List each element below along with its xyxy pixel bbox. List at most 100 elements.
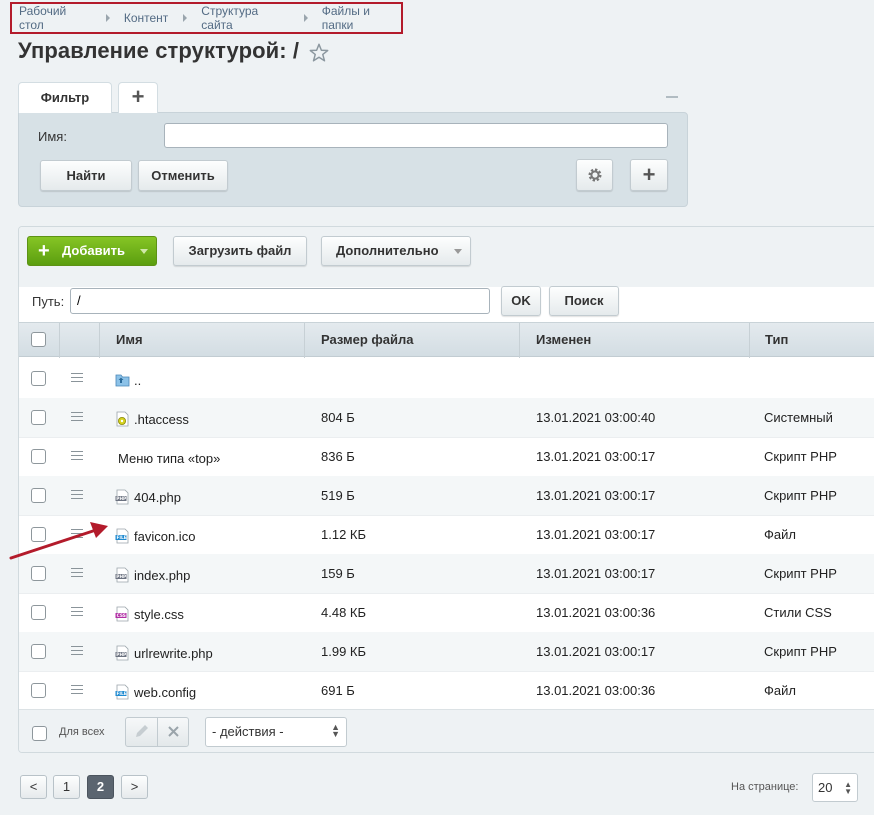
filter-settings-button[interactable] [576, 159, 613, 191]
file-name[interactable]: index.php [134, 568, 190, 583]
file-modified: 13.01.2021 03:00:17 [536, 449, 656, 464]
row-menu-icon[interactable] [71, 568, 83, 578]
select-all-footer-checkbox[interactable] [32, 726, 47, 741]
row-checkbox[interactable] [31, 566, 46, 581]
file-modified: 13.01.2021 03:00:17 [536, 566, 656, 581]
add-filter-field-button[interactable]: + [630, 159, 668, 191]
file-size: 691 Б [321, 683, 355, 698]
row-checkbox[interactable] [31, 449, 46, 464]
row-menu-icon[interactable] [71, 685, 83, 695]
filter-name-input[interactable] [164, 123, 668, 148]
table-row[interactable]: .. [19, 359, 874, 399]
column-header-size[interactable]: Размер файла [304, 323, 519, 358]
svg-text:FILE: FILE [117, 691, 127, 697]
delete-icon[interactable] [158, 718, 189, 746]
file-name[interactable]: Меню типа «top» [118, 451, 220, 466]
group-edit-buttons [125, 717, 189, 747]
row-menu-icon[interactable] [71, 451, 83, 461]
grid-header: Имя Размер файла Изменен Тип [19, 322, 874, 358]
column-header-modified[interactable]: Изменен [519, 323, 749, 358]
row-checkbox[interactable] [31, 683, 46, 698]
annotation-arrow [9, 522, 108, 560]
table-row[interactable]: PHP 404.php 519 Б 13.01.2021 03:00:17 Скрипт… [19, 476, 874, 516]
file-size: 836 Б [321, 449, 355, 464]
file-size: 159 Б [321, 566, 355, 581]
table-row[interactable]: CSS style.css 4.48 КБ 13.01.2021 03:00:36 Ст… [19, 593, 874, 633]
svg-text:CSS: CSS [117, 613, 126, 619]
css-file-icon: CSS [115, 606, 130, 622]
file-name[interactable]: style.css [134, 607, 184, 622]
select-all-checkbox[interactable] [31, 332, 46, 347]
file-modified: 13.01.2021 03:00:36 [536, 683, 656, 698]
file-modified: 13.01.2021 03:00:17 [536, 488, 656, 503]
upload-file-button[interactable]: Загрузить файл [173, 236, 307, 266]
per-page-select[interactable]: 20 ▲ ▼ [812, 773, 858, 802]
chevron-down-icon [140, 249, 148, 254]
select-arrows-icon: ▲ ▼ [331, 722, 340, 739]
plus-icon: + [38, 240, 50, 262]
file-modified: 13.01.2021 03:00:17 [536, 527, 656, 542]
more-button[interactable]: Дополнительно [321, 236, 471, 266]
file-name[interactable]: .. [134, 373, 141, 388]
file-name[interactable]: web.config [134, 685, 196, 700]
row-menu-icon[interactable] [71, 607, 83, 617]
row-menu-icon[interactable] [71, 412, 83, 422]
breadcrumb-item-content[interactable]: Контент [124, 11, 168, 25]
minimize-filter-icon[interactable] [666, 96, 678, 98]
file-size: 519 Б [321, 488, 355, 503]
breadcrumb-separator-icon [183, 14, 188, 22]
table-row[interactable]: .htaccess 804 Б 13.01.2021 03:00:40 Системн… [19, 398, 874, 438]
add-button-label: Добавить [62, 243, 125, 258]
file-modified: 13.01.2021 03:00:36 [536, 605, 656, 620]
file-name[interactable]: .htaccess [134, 412, 189, 427]
row-menu-icon[interactable] [71, 490, 83, 500]
row-menu-icon[interactable] [71, 373, 83, 383]
file-name[interactable]: favicon.ico [134, 529, 195, 544]
breadcrumb-separator-icon [105, 14, 110, 22]
file-size: 1.99 КБ [321, 644, 367, 659]
find-button[interactable]: Найти [40, 160, 132, 191]
page-1-button[interactable]: 1 [53, 775, 80, 799]
search-button[interactable]: Поиск [549, 286, 619, 316]
star-icon[interactable] [308, 42, 330, 64]
page-2-button[interactable]: 2 [87, 775, 114, 799]
row-checkbox[interactable] [31, 488, 46, 503]
tab-filter[interactable]: Фильтр [18, 82, 112, 113]
breadcrumb-item-desktop[interactable]: Рабочий стол [19, 4, 91, 32]
path-ok-button[interactable]: OK [501, 286, 541, 316]
column-header-type[interactable]: Тип [749, 323, 874, 358]
php-file-icon: PHP [115, 489, 130, 505]
file-name[interactable]: urlrewrite.php [134, 646, 213, 661]
breadcrumb-item-site-structure[interactable]: Структура сайта [201, 4, 288, 32]
add-filter-tab-button[interactable]: + [118, 82, 158, 113]
file-type: Файл [764, 683, 796, 698]
actions-column-header [59, 323, 99, 358]
next-page-button[interactable]: > [121, 775, 148, 799]
actions-select[interactable]: - действия - ▲ ▼ [205, 717, 347, 747]
add-button[interactable]: + Добавить [27, 236, 157, 266]
pencil-icon[interactable] [126, 718, 157, 746]
row-checkbox[interactable] [31, 410, 46, 425]
cancel-button[interactable]: Отменить [138, 160, 228, 191]
path-input[interactable]: / [70, 288, 490, 314]
file-type: Скрипт PHP [764, 449, 837, 464]
for-all-label: Для всех [59, 726, 105, 738]
table-row[interactable]: PHP urlrewrite.php 1.99 КБ 13.01.2021 03:00… [19, 632, 874, 672]
row-checkbox[interactable] [31, 371, 46, 386]
table-row[interactable]: FILE favicon.ico 1.12 КБ 13.01.2021 03:00:1… [19, 515, 874, 555]
row-checkbox[interactable] [31, 605, 46, 620]
row-menu-icon[interactable] [71, 646, 83, 656]
actions-select-value: - действия - [212, 724, 284, 739]
per-page-label: На странице: [731, 781, 799, 793]
breadcrumb-item-files-folders[interactable]: Файлы и папки [322, 4, 401, 32]
table-row[interactable]: Меню типа «top» 836 Б 13.01.2021 03:00:17 С… [19, 437, 874, 477]
page-title: Управление структурой: / [18, 38, 300, 63]
file-name[interactable]: 404.php [134, 490, 181, 505]
column-header-name[interactable]: Имя [99, 323, 304, 358]
table-row[interactable]: FILE web.config 691 Б 13.01.2021 03:00:36 Фа… [19, 671, 874, 711]
gear-icon [588, 168, 601, 182]
table-row[interactable]: PHP index.php 159 Б 13.01.2021 03:00:17 Скри… [19, 554, 874, 594]
prev-page-button[interactable]: < [20, 775, 47, 799]
file-size: 4.48 КБ [321, 605, 367, 620]
row-checkbox[interactable] [31, 644, 46, 659]
